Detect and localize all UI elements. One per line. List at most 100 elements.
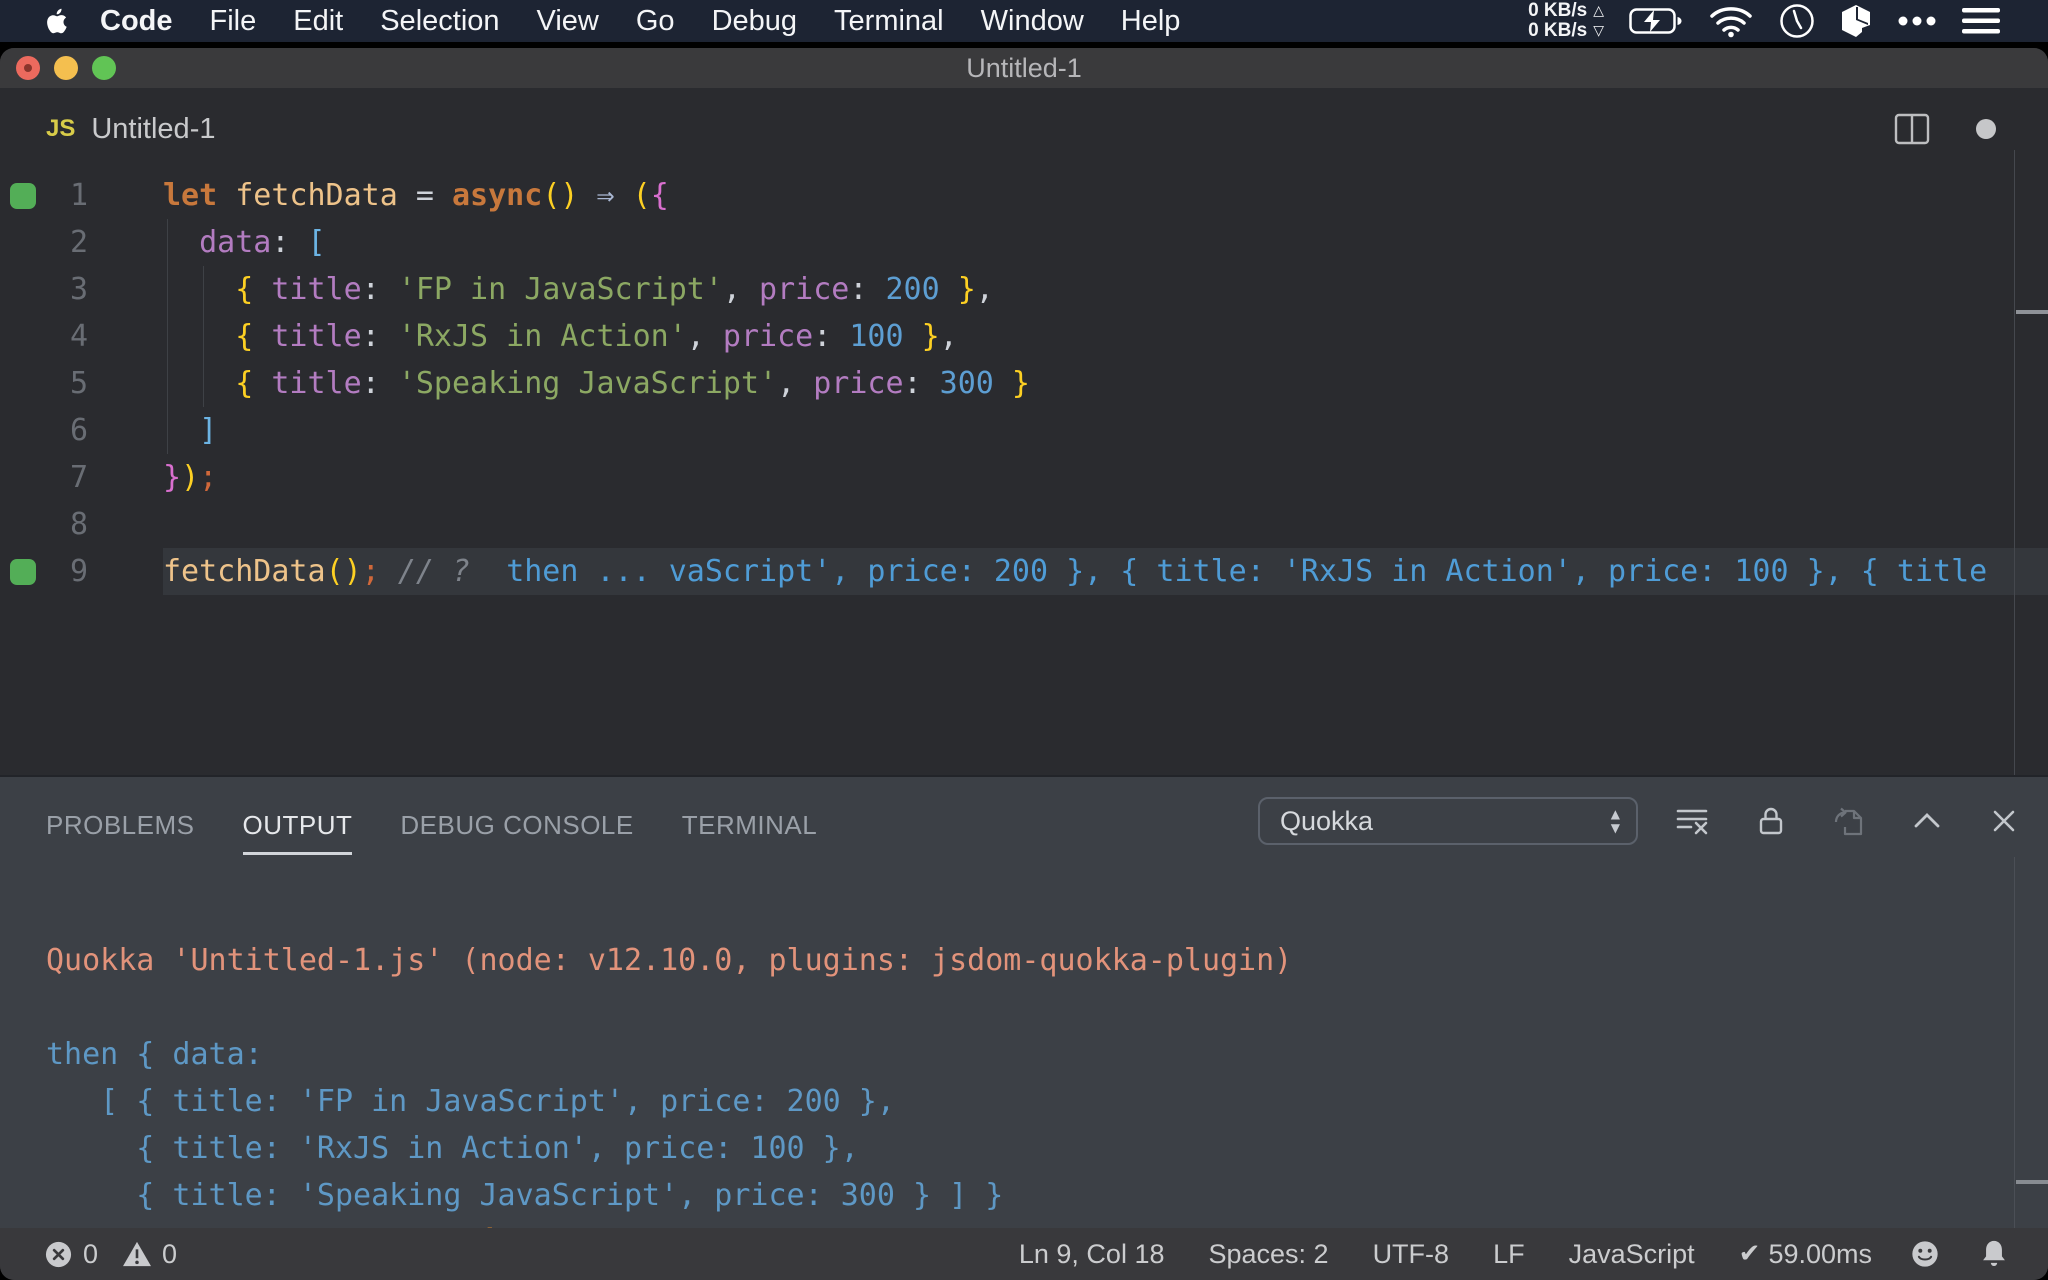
code-editor[interactable]: 1let fetchData = async() ⇒ ({2 data: [3 … (0, 150, 2048, 775)
token: 'FP in JavaScript' (398, 272, 723, 307)
menu-item-edit[interactable]: Edit (293, 5, 343, 38)
code-line[interactable]: 5 { title: 'Speaking JavaScript', price:… (0, 360, 2048, 407)
upload-speed: 0 KB/s (1528, 1, 1587, 21)
dots-icon[interactable] (1897, 15, 1937, 27)
wifi-icon[interactable] (1708, 4, 1754, 38)
panel-tab-debug-console[interactable]: DEBUG CONSOLE (400, 802, 633, 849)
code-line[interactable]: 9fetchData(); // ? then ... vaScript', p… (0, 548, 2048, 595)
panel-tab-terminal[interactable]: TERMINAL (682, 802, 817, 849)
minimize-button[interactable] (54, 56, 78, 80)
menu-item-code[interactable]: Code (100, 5, 173, 38)
smiley-feedback-icon[interactable] (1910, 1239, 1940, 1269)
status-right: Ln 9, Col 18 Spaces: 2 UTF-8 LF JavaScript ✔5… (1019, 1239, 1872, 1270)
token (217, 178, 235, 213)
token: () (326, 554, 362, 589)
token: : (904, 366, 940, 401)
status-item-spaces-2[interactable]: Spaces: 2 (1208, 1239, 1328, 1270)
status-item-utf-8[interactable]: UTF-8 (1373, 1239, 1450, 1270)
output-segment (46, 990, 64, 1025)
status-item-59-00ms[interactable]: ✔59.00ms (1739, 1239, 1872, 1270)
token: , (777, 366, 813, 401)
code-line[interactable]: 3 { title: 'FP in JavaScript', price: 20… (0, 266, 2048, 313)
menu-item-window[interactable]: Window (981, 5, 1084, 38)
indent-guide-line (203, 266, 204, 313)
menu-item-go[interactable]: Go (636, 5, 675, 38)
menu-item-debug[interactable]: Debug (712, 5, 797, 38)
close-panel-icon[interactable] (1988, 805, 2020, 837)
indent-guide-line (203, 313, 204, 360)
editor-tab-bar: JS Untitled-1 (0, 88, 2048, 150)
editor-scrollbar-thumb[interactable] (2016, 310, 2048, 314)
code-line[interactable]: 2 data: [ (0, 219, 2048, 266)
output-line: { title: 'Speaking JavaScript', price: 3… (46, 1172, 2048, 1219)
token: , (940, 319, 958, 354)
output-console[interactable]: Quokka 'Untitled-1.js' (node: v12.10.0, … (0, 859, 2048, 1280)
token (470, 554, 506, 589)
open-output-in-editor-icon[interactable] (1832, 804, 1866, 838)
token: let (163, 178, 217, 213)
list-icon[interactable] (1962, 6, 2002, 36)
status-item-lf[interactable]: LF (1493, 1239, 1525, 1270)
token: data (199, 225, 271, 260)
token: { (235, 319, 253, 354)
javascript-file-icon: JS (46, 115, 75, 143)
menu-item-help[interactable]: Help (1121, 5, 1181, 38)
menu-item-file[interactable]: File (210, 5, 257, 38)
panel-tab-problems[interactable]: PROBLEMS (46, 802, 195, 849)
lock-icon[interactable] (1754, 804, 1788, 838)
code-line[interactable]: 1let fetchData = async() ⇒ ({ (0, 172, 2048, 219)
line-number: 1 (44, 178, 88, 213)
menu-item-selection[interactable]: Selection (380, 5, 499, 38)
token: // ? (398, 554, 470, 589)
token: { (651, 178, 669, 213)
token: : (362, 319, 398, 354)
token: } (163, 460, 181, 495)
code-text: data: [ (163, 219, 2048, 266)
download-arrow-icon: ▽ (1593, 21, 1604, 41)
unsaved-changes-dot-icon[interactable] (1976, 119, 1996, 139)
status-item-javascript[interactable]: JavaScript (1569, 1239, 1695, 1270)
code-text: { title: 'Speaking JavaScript', price: 3… (163, 360, 2048, 407)
problems-summary[interactable]: 0 0 (44, 1239, 191, 1270)
bell-notifications-icon[interactable] (1980, 1238, 2008, 1270)
panel-header: PROBLEMS OUTPUT DEBUG CONSOLE TERMINAL Quok… (0, 777, 2048, 859)
status-item-ln-9-col-18[interactable]: Ln 9, Col 18 (1019, 1239, 1165, 1270)
menu-item-terminal[interactable]: Terminal (834, 5, 944, 38)
code-line[interactable]: 4 { title: 'RxJS in Action', price: 100 … (0, 313, 2048, 360)
network-speed-indicator[interactable]: 0 KB/s△ 0 KB/s▽ (1528, 1, 1604, 41)
app-cube-icon[interactable] (1840, 4, 1872, 38)
code-line[interactable]: 7}); (0, 454, 2048, 501)
token: : (813, 319, 849, 354)
window-titlebar: Untitled-1 (0, 48, 2048, 88)
token: : (271, 225, 307, 260)
clock-icon[interactable] (1779, 3, 1815, 39)
token: { (235, 272, 253, 307)
zoom-button[interactable] (92, 56, 116, 80)
indent-guide-line (167, 266, 168, 313)
output-segment: Quokka 'Untitled-1.js' (node: v12.10.0, … (46, 943, 1292, 978)
editor-tab-title[interactable]: Untitled-1 (91, 113, 215, 146)
code-line[interactable]: 6 ] (0, 407, 2048, 454)
token: : (362, 366, 398, 401)
token (615, 178, 633, 213)
menubar-status: 0 KB/s△ 0 KB/s▽ (1528, 1, 2048, 41)
output-lines: Quokka 'Untitled-1.js' (node: v12.10.0, … (46, 937, 2048, 1266)
panel-tab-output[interactable]: OUTPUT (243, 802, 353, 849)
code-line[interactable]: 8 (0, 501, 2048, 548)
token: 200 (885, 272, 939, 307)
error-count: 0 (83, 1239, 98, 1270)
battery-icon[interactable] (1629, 7, 1683, 35)
token: price (723, 319, 813, 354)
close-button[interactable] (16, 56, 40, 80)
clear-output-icon[interactable] (1674, 804, 1710, 838)
indent-guide-line (203, 360, 204, 407)
panel-scrollbar-thumb[interactable] (2016, 1180, 2048, 1184)
panel-scrollbar-track (2014, 857, 2015, 1228)
menu-item-view[interactable]: View (537, 5, 599, 38)
maximize-panel-icon[interactable] (1910, 806, 1944, 836)
token: title (271, 319, 361, 354)
apple-icon[interactable] (44, 5, 70, 37)
output-channel-dropdown[interactable]: Quokka ▲▼ (1258, 797, 1638, 845)
token: price (813, 366, 903, 401)
split-editor-icon[interactable] (1894, 113, 1930, 145)
